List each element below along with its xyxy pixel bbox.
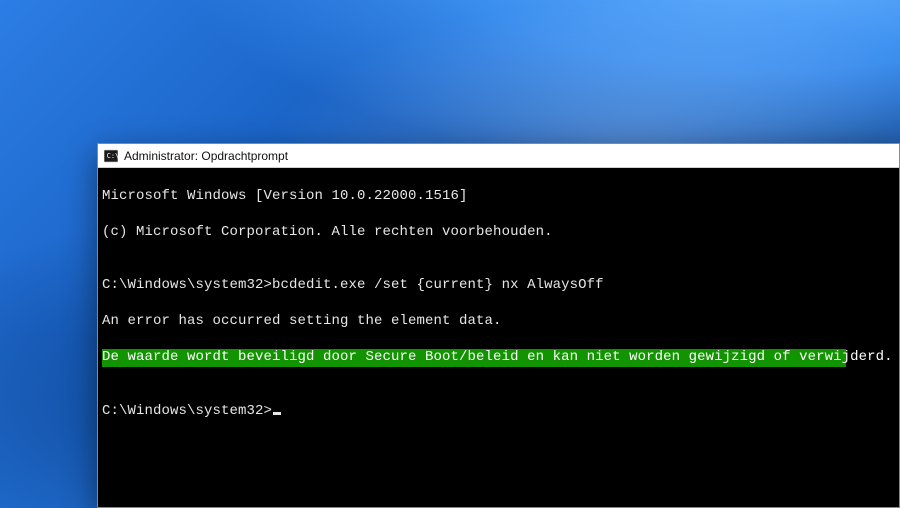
titlebar[interactable]: C:\ Administrator: Opdrachtprompt — [98, 144, 899, 168]
term-line-highlighted: De waarde wordt beveiligd door Secure Bo… — [102, 349, 895, 367]
term-line-copyright: (c) Microsoft Corporation. Alle rechten … — [102, 224, 895, 242]
svg-text:C:\: C:\ — [107, 151, 118, 159]
term-line-error: An error has occurred setting the elemen… — [102, 313, 895, 331]
term-line-command: C:\Windows\system32>bcdedit.exe /set {cu… — [102, 277, 895, 295]
term-line-version: Microsoft Windows [Version 10.0.22000.15… — [102, 188, 895, 206]
cursor — [273, 412, 281, 415]
cmd-window: C:\ Administrator: Opdrachtprompt Micros… — [97, 143, 900, 508]
secure-boot-warning: De waarde wordt beveiligd door Secure Bo… — [102, 349, 846, 367]
terminal-output[interactable]: Microsoft Windows [Version 10.0.22000.15… — [98, 168, 899, 507]
prompt-text: C:\Windows\system32> — [102, 403, 272, 419]
term-line-prompt: C:\Windows\system32> — [102, 403, 895, 421]
cmd-icon: C:\ — [104, 149, 118, 163]
window-title: Administrator: Opdrachtprompt — [124, 149, 288, 163]
